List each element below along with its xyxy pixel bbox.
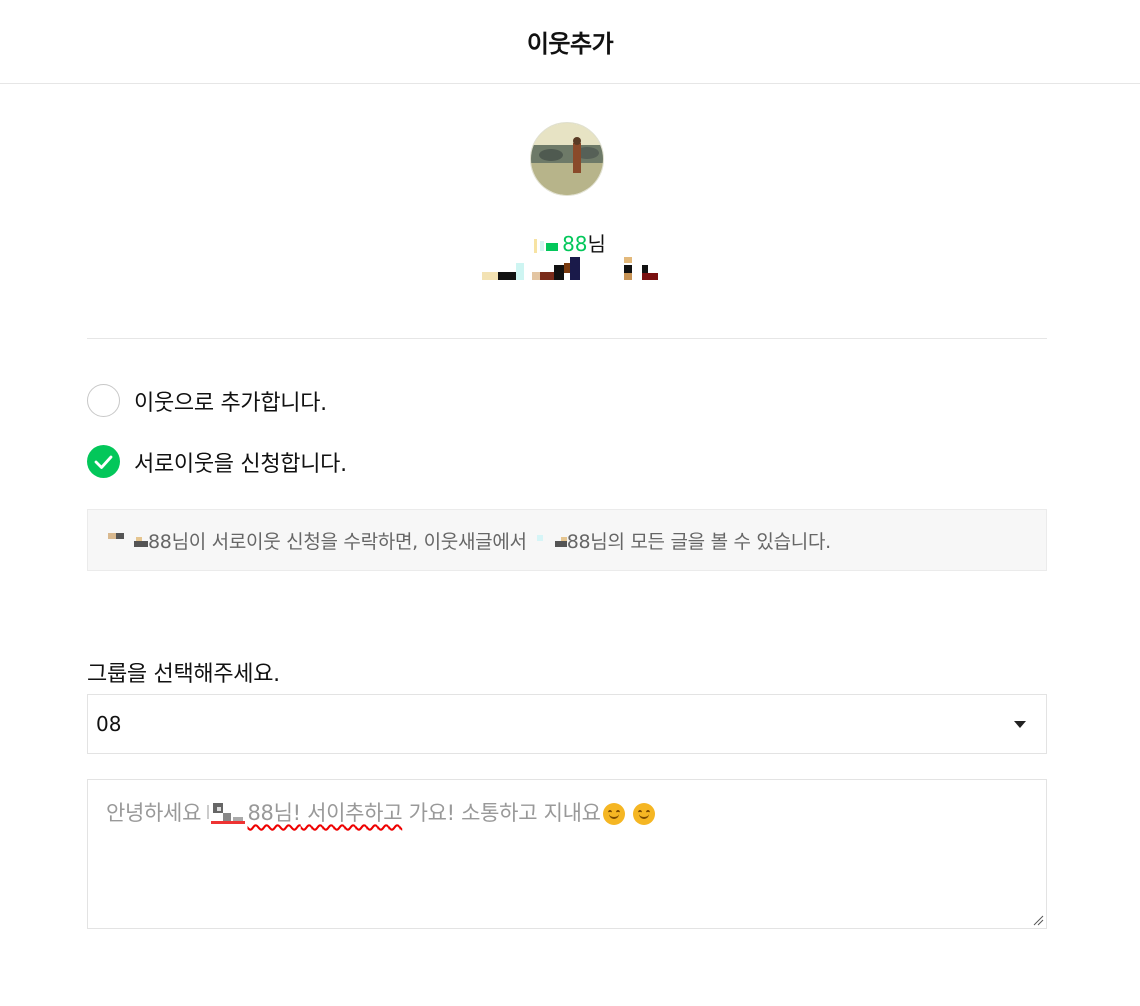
radio-checked-icon[interactable] — [87, 445, 120, 478]
censored-name-image — [108, 533, 148, 547]
chevron-down-icon[interactable] — [1014, 720, 1026, 728]
nickname-text: 88 — [562, 232, 588, 256]
page-header: 이웃추가 — [0, 0, 1140, 84]
group-select[interactable]: 08 — [87, 694, 1047, 754]
neighbor-nickname: 88님 — [0, 228, 1140, 257]
censored-blog-name-image — [482, 257, 658, 280]
group-select-value: 08 — [96, 712, 122, 736]
radio-unchecked-icon[interactable] — [87, 384, 120, 417]
message-textarea[interactable]: 안녕하세요 88님! 서이추하고 가요! 소통하고 지내요 — [87, 779, 1047, 929]
censored-name-image — [207, 803, 246, 824]
mutual-neighbor-info: 88님이 서로이웃 신청을 수락하면, 이웃새글에서 88님의 모든 글을 볼 … — [87, 509, 1047, 571]
info-text-1: 88님이 서로이웃 신청을 수락하면, 이웃새글에서 — [148, 530, 527, 553]
censored-name-image — [536, 535, 567, 547]
honorific: 님 — [587, 232, 606, 256]
page-title: 이웃추가 — [526, 30, 614, 58]
info-text-2: 88님의 모든 글을 볼 수 있습니다. — [566, 530, 831, 553]
message-text-prefix: 안녕하세요 — [106, 801, 208, 825]
smiling-face-icon — [602, 803, 625, 825]
message-text-mid: 서이추하고 — [300, 801, 403, 825]
section-divider — [87, 338, 1047, 339]
avatar — [530, 122, 604, 196]
group-label: 그룹을 선택해주세요. — [87, 662, 280, 687]
resize-handle-icon[interactable] — [1032, 914, 1044, 926]
option-add-neighbor[interactable]: 이웃으로 추가합니다. — [87, 384, 327, 417]
message-text-nick: 88님! — [247, 801, 301, 825]
censored-name-image — [534, 238, 559, 253]
option-mutual-neighbor[interactable]: 서로이웃을 신청합니다. — [87, 445, 347, 478]
blog-name — [0, 257, 1140, 281]
smiling-face-icon — [633, 803, 656, 825]
option-label: 이웃으로 추가합니다. — [134, 390, 327, 416]
option-label: 서로이웃을 신청합니다. — [134, 451, 347, 477]
message-text-suffix: 가요! 소통하고 지내요 — [402, 801, 601, 825]
